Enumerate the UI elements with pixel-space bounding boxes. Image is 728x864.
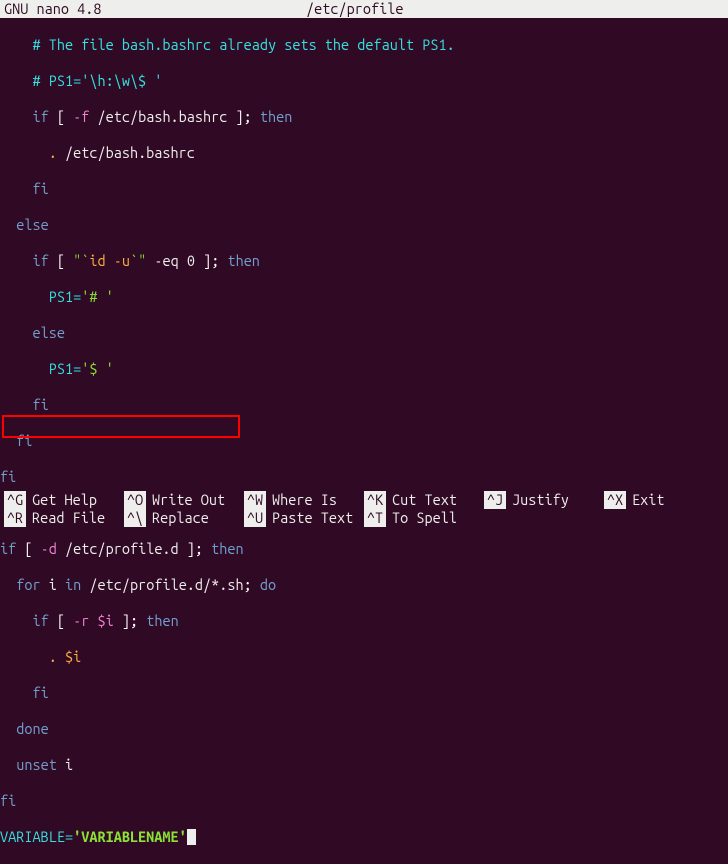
nano-titlebar: GNU nano 4.8 /etc/profile: [0, 0, 728, 18]
shortcut-where-is[interactable]: ^WWhere Is: [244, 491, 364, 509]
text-cursor: [187, 829, 196, 845]
shortcut-replace[interactable]: ^\Replace: [124, 509, 244, 527]
new-variable-line[interactable]: VARIABLE='VARIABLENAME': [0, 828, 728, 846]
app-name: GNU nano 4.8: [0, 0, 101, 18]
shortcut-paste-text[interactable]: ^UPaste Text: [244, 509, 364, 527]
editor-area[interactable]: # The file bash.bashrc already sets the …: [0, 18, 728, 864]
shortcut-justify[interactable]: ^JJustify: [484, 491, 604, 509]
shortcut-bar: ^GGet Help ^OWrite Out ^WWhere Is ^KCut …: [0, 491, 728, 527]
shortcut-exit[interactable]: ^XExit: [604, 491, 724, 509]
shortcut-get-help[interactable]: ^GGet Help: [4, 491, 124, 509]
shortcut-to-spell[interactable]: ^TTo Spell: [364, 509, 484, 527]
file-name: /etc/profile: [101, 0, 608, 18]
shortcut-read-file[interactable]: ^RRead File: [4, 509, 124, 527]
shortcut-write-out[interactable]: ^OWrite Out: [124, 491, 244, 509]
shortcut-cut-text[interactable]: ^KCut Text: [364, 491, 484, 509]
titlebar-spacer: [608, 0, 728, 18]
code-comment: [0, 36, 32, 53]
